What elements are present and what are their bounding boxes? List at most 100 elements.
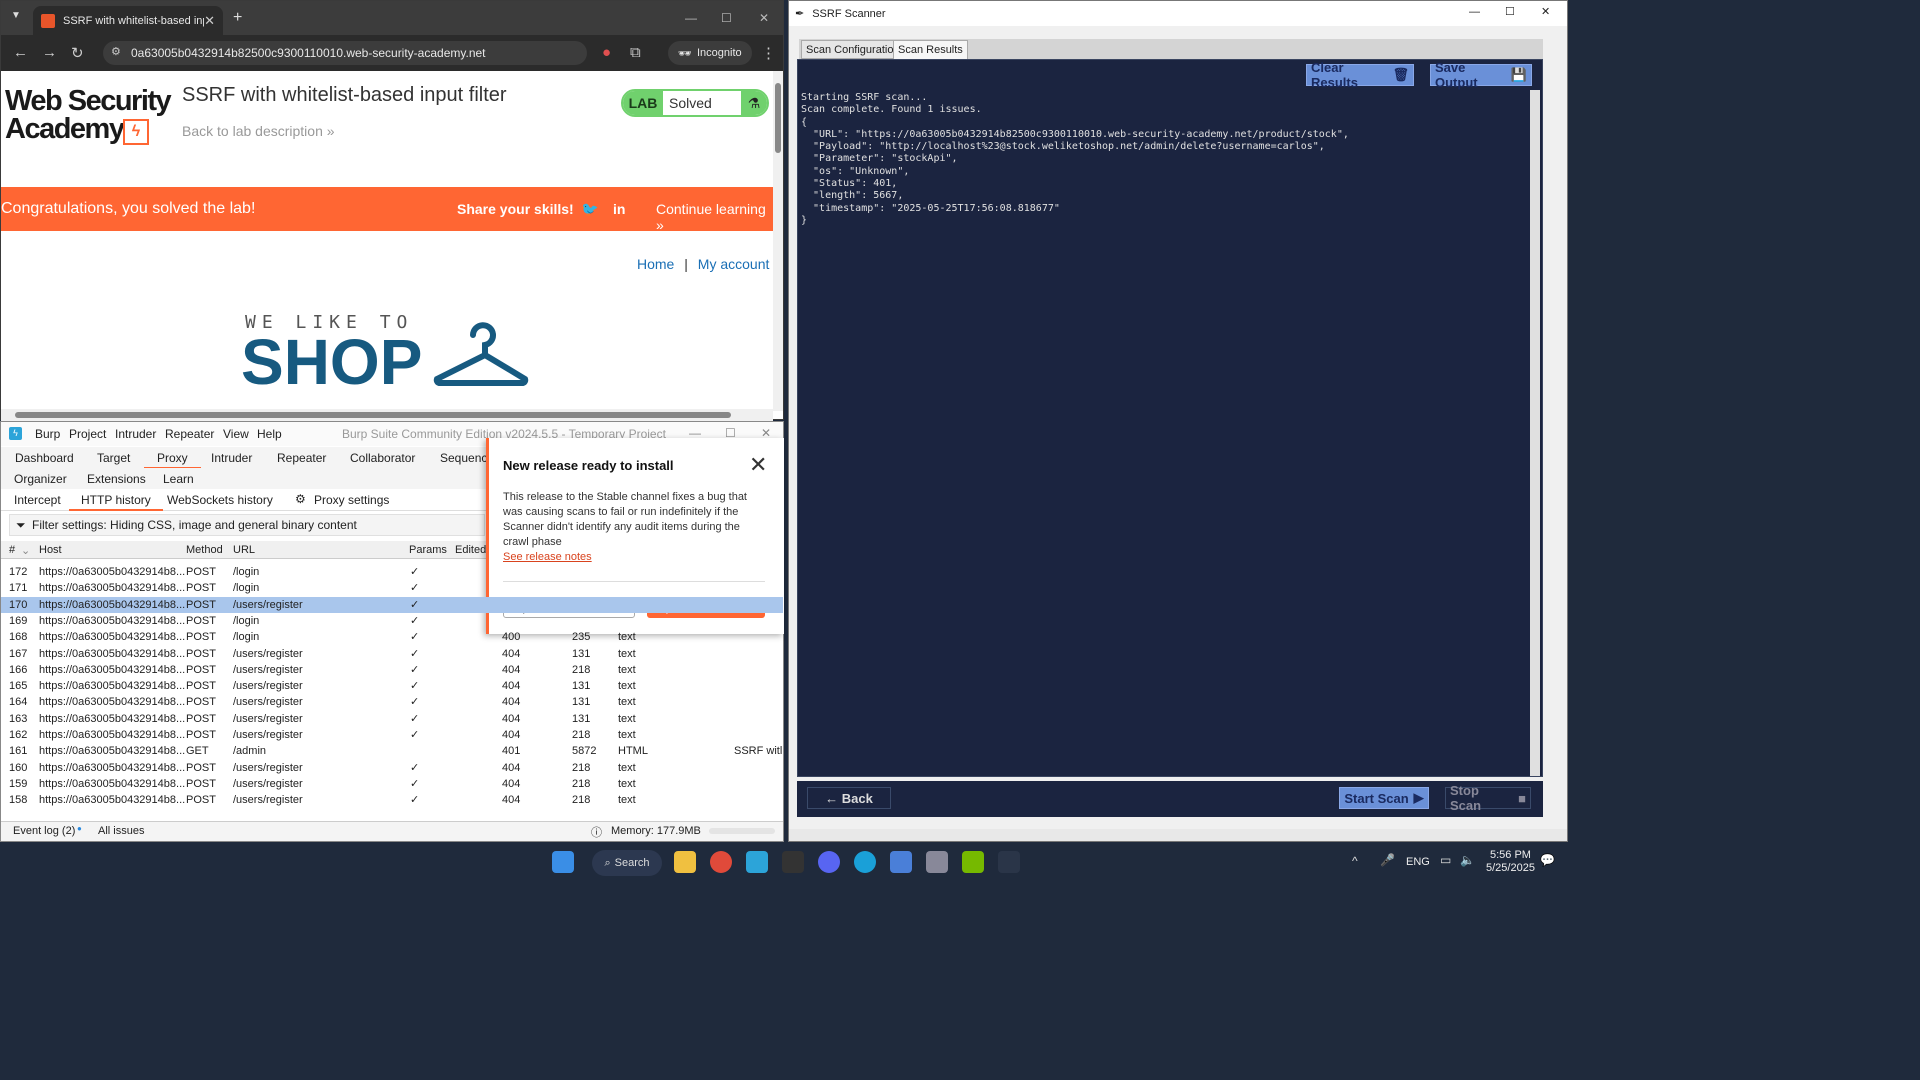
tab-proxy[interactable]: Proxy bbox=[144, 451, 201, 469]
more-menu-icon[interactable]: ⋮ bbox=[761, 44, 776, 62]
table-row[interactable]: 158 https://0a63005b0432914b8... POST/user… bbox=[1, 792, 783, 808]
col-number[interactable]: # bbox=[9, 544, 15, 556]
close-icon[interactable]: ✕ bbox=[749, 452, 767, 478]
volume-icon[interactable]: 🔈 bbox=[1460, 853, 1475, 867]
language-indicator[interactable]: ENG bbox=[1406, 856, 1430, 868]
tab-learn[interactable]: Learn bbox=[163, 472, 194, 486]
home-link[interactable]: Home bbox=[637, 256, 674, 272]
table-row[interactable]: 160 https://0a63005b0432914b8... POST/user… bbox=[1, 760, 783, 776]
menu-help[interactable]: Help bbox=[257, 427, 282, 441]
nvidia-icon[interactable] bbox=[962, 851, 984, 873]
proxy-settings-button[interactable]: Proxy settings bbox=[314, 493, 389, 507]
menu-burp[interactable]: Burp bbox=[35, 427, 60, 441]
table-row[interactable]: 167 https://0a63005b0432914b8... POST/user… bbox=[1, 646, 783, 662]
subtab-http-history[interactable]: HTTP history bbox=[69, 493, 163, 511]
notifications-icon[interactable]: 💬 bbox=[1540, 853, 1555, 867]
page-horizontal-scrollbar[interactable] bbox=[1, 409, 773, 421]
subtab-intercept[interactable]: Intercept bbox=[14, 493, 61, 507]
burp-taskbar-icon[interactable] bbox=[746, 851, 768, 873]
tab-organizer[interactable]: Organizer bbox=[14, 472, 67, 486]
col-url[interactable]: URL bbox=[233, 544, 255, 556]
clock[interactable]: 5:56 PM 5/25/2025 bbox=[1486, 849, 1535, 875]
store-icon[interactable] bbox=[890, 851, 912, 873]
forward-icon[interactable]: → bbox=[42, 44, 57, 61]
tab-search-icon[interactable]: ▼ bbox=[11, 10, 21, 21]
tab-intruder[interactable]: Intruder bbox=[211, 451, 252, 465]
table-row[interactable]: 162 https://0a63005b0432914b8... POST/user… bbox=[1, 727, 783, 743]
scanner-close-icon[interactable]: ✕ bbox=[1541, 5, 1550, 18]
file-explorer-icon[interactable] bbox=[674, 851, 696, 873]
close-window-icon[interactable]: ✕ bbox=[759, 11, 769, 25]
col-params[interactable]: Params bbox=[409, 544, 447, 556]
continue-learning-link[interactable]: Continue learning » bbox=[656, 201, 773, 233]
tab-target[interactable]: Target bbox=[97, 451, 130, 465]
settings-icon[interactable] bbox=[926, 851, 948, 873]
col-edited[interactable]: Edited bbox=[455, 544, 486, 556]
scanner-minimize-icon[interactable]: — bbox=[1469, 6, 1480, 18]
table-row[interactable]: 170 https://0a63005b0432914b8... POST/user… bbox=[1, 596, 783, 613]
scanner-maximize-icon[interactable]: ☐ bbox=[1505, 5, 1515, 18]
output-scrollbar[interactable] bbox=[1530, 90, 1540, 776]
subtab-websockets-history[interactable]: WebSockets history bbox=[167, 493, 273, 507]
table-row[interactable]: 172 https://0a63005b0432914b8... POST/logi… bbox=[1, 564, 783, 580]
release-notes-link[interactable]: See release notes bbox=[503, 551, 592, 563]
microphone-icon[interactable]: 🎤 bbox=[1380, 853, 1395, 867]
scan-output[interactable]: Starting SSRF scan... Scan complete. Fou… bbox=[801, 92, 1529, 772]
extension-icon[interactable]: ● bbox=[602, 44, 611, 61]
col-host[interactable]: Host bbox=[39, 544, 62, 556]
menu-intruder[interactable]: Intruder bbox=[115, 427, 156, 441]
filter-settings-bar[interactable]: ⏷ Filter settings: Hiding CSS, image and… bbox=[9, 514, 485, 536]
my-account-link[interactable]: My account bbox=[698, 256, 770, 272]
start-scan-button[interactable]: Start Scan ▶ bbox=[1339, 787, 1429, 809]
table-row[interactable]: 168 https://0a63005b0432914b8... POST/logi… bbox=[1, 629, 783, 645]
windows-start-icon[interactable] bbox=[552, 851, 574, 873]
menu-repeater[interactable]: Repeater bbox=[165, 427, 214, 441]
stop-scan-button[interactable]: Stop Scan ■ bbox=[1445, 783, 1531, 813]
edge-icon[interactable] bbox=[854, 851, 876, 873]
tab-extensions[interactable]: Extensions bbox=[87, 472, 146, 486]
back-icon[interactable]: ← bbox=[13, 44, 28, 61]
taskbar-search[interactable]: ⌕ Search bbox=[592, 850, 662, 876]
all-issues-button[interactable]: All issues bbox=[98, 825, 144, 837]
tab-dashboard[interactable]: Dashboard bbox=[15, 451, 74, 465]
menu-view[interactable]: View bbox=[223, 427, 249, 441]
new-tab-icon[interactable]: + bbox=[233, 9, 242, 27]
reload-icon[interactable]: ↻ bbox=[71, 44, 84, 62]
browser-tab[interactable]: SSRF with whitelist-based input filter ✕ bbox=[33, 6, 223, 35]
chrome-icon[interactable] bbox=[710, 851, 732, 873]
col-method[interactable]: Method bbox=[186, 544, 223, 556]
site-info-icon[interactable]: ⚙ bbox=[111, 45, 121, 58]
table-row[interactable]: 161 https://0a63005b0432914b8... GET/admin… bbox=[1, 743, 783, 759]
tray-chevron-icon[interactable]: ^ bbox=[1352, 854, 1358, 868]
extensions-puzzle-icon[interactable]: ⧉ bbox=[630, 44, 641, 61]
table-row[interactable]: 165 https://0a63005b0432914b8... POST/user… bbox=[1, 678, 783, 694]
table-row[interactable]: 171 https://0a63005b0432914b8... POST/logi… bbox=[1, 580, 783, 596]
maximize-icon[interactable]: ☐ bbox=[721, 11, 732, 25]
discord-icon[interactable] bbox=[818, 851, 840, 873]
twitter-icon[interactable]: 🐦 bbox=[581, 201, 598, 218]
terminal-icon[interactable] bbox=[782, 851, 804, 873]
table-row[interactable]: 166 https://0a63005b0432914b8... POST/user… bbox=[1, 662, 783, 678]
tab-collaborator[interactable]: Collaborator bbox=[350, 451, 415, 465]
table-row[interactable]: 159 https://0a63005b0432914b8... POST/user… bbox=[1, 776, 783, 792]
back-button[interactable]: ← Back bbox=[807, 787, 891, 809]
menu-project[interactable]: Project bbox=[69, 427, 106, 441]
tab-sequencer[interactable]: Sequencer bbox=[440, 451, 486, 465]
close-tab-icon[interactable]: ✕ bbox=[204, 13, 215, 29]
save-output-button[interactable]: Save Output 💾 bbox=[1430, 60, 1532, 90]
tab-scan-configuration[interactable]: Scan Configuration bbox=[801, 40, 905, 59]
table-row[interactable]: 164 https://0a63005b0432914b8... POST/user… bbox=[1, 694, 783, 710]
address-bar[interactable]: 0a63005b0432914b82500c9300110010.web-sec… bbox=[103, 41, 587, 65]
feather-app-icon[interactable] bbox=[998, 851, 1020, 873]
minimize-icon[interactable]: — bbox=[685, 11, 697, 25]
event-log-button[interactable]: Event log (2) bbox=[13, 825, 75, 837]
network-icon[interactable]: ▭ bbox=[1440, 853, 1451, 867]
back-to-lab-link[interactable]: Back to lab description » bbox=[182, 123, 335, 139]
tab-scan-results[interactable]: Scan Results bbox=[893, 40, 968, 59]
table-row[interactable]: 163 https://0a63005b0432914b8... POST/user… bbox=[1, 711, 783, 727]
clear-results-button[interactable]: Clear Results 🗑 bbox=[1306, 60, 1414, 90]
linkedin-icon[interactable]: in bbox=[613, 201, 625, 217]
incognito-indicator[interactable]: 🕶 Incognito bbox=[668, 41, 752, 65]
page-vertical-scrollbar[interactable] bbox=[773, 71, 783, 411]
scanner-horizontal-scrollbar[interactable] bbox=[789, 829, 1567, 841]
